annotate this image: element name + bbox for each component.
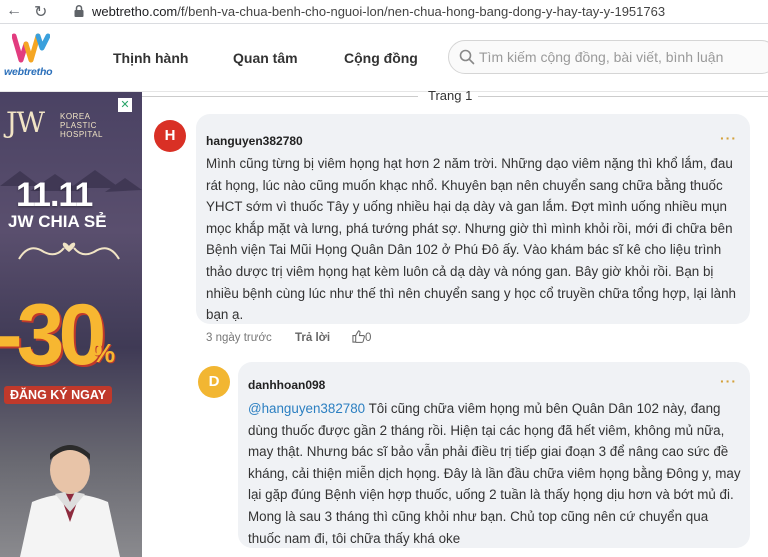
- ad-brand: JW: [6, 106, 45, 139]
- ad-hospital-name: KOREA PLASTIC HOSPITAL: [60, 112, 103, 139]
- search-box[interactable]: [448, 40, 768, 74]
- ad-register-button[interactable]: ĐĂNG KÝ NGAY: [4, 386, 113, 404]
- avatar[interactable]: H: [154, 120, 186, 152]
- divider: [142, 96, 418, 97]
- url-text[interactable]: webtretho.com/f/benh-va-chua-benh-cho-ng…: [92, 4, 665, 19]
- browser-address-bar: ← ↻ webtretho.com/f/benh-va-chua-benh-ch…: [0, 0, 768, 24]
- page-label: Trang 1: [428, 88, 473, 103]
- like-count: 0: [365, 332, 372, 344]
- nav-trending[interactable]: Thịnh hành: [113, 50, 188, 66]
- nav-following[interactable]: Quan tâm: [233, 50, 298, 66]
- nav-community[interactable]: Cộng đồng: [344, 50, 418, 66]
- comment-username[interactable]: danhhoan098: [248, 378, 325, 392]
- thumbs-up-icon: [352, 330, 365, 343]
- user-mention[interactable]: @hanguyen382780: [248, 401, 365, 416]
- ad-date: 11.11: [16, 176, 93, 214]
- more-options-icon[interactable]: ···: [720, 130, 737, 146]
- comment-text: Mình cũng từng bị viêm họng hạt hơn 2 nă…: [206, 156, 736, 323]
- reload-icon[interactable]: ↻: [34, 2, 47, 22]
- advertisement-banner[interactable]: ✕ JW KOREA PLASTIC HOSPITAL 11.11 JW CHI…: [0, 92, 142, 557]
- ad-discount: -30: [0, 287, 106, 383]
- back-arrow-icon[interactable]: ←: [6, 2, 22, 20]
- like-button[interactable]: 0: [352, 330, 371, 344]
- logo-mark-icon: [12, 33, 50, 63]
- hands-heart-icon: [18, 242, 120, 260]
- divider: [478, 96, 768, 97]
- ad-headline: JW CHIA SẺ: [8, 212, 107, 231]
- reply-bubble: danhhoan098 ··· @hanguyen382780 Tôi cũng…: [238, 362, 750, 548]
- search-icon: [459, 49, 475, 65]
- comments-section: Trang 1 H hanguyen382780 ··· Mình cũng t…: [142, 88, 768, 557]
- comment-bubble: hanguyen382780 ··· Mình cũng từng bị viê…: [196, 114, 750, 324]
- webtretho-logo[interactable]: webtretho: [4, 32, 60, 84]
- more-options-icon[interactable]: ···: [720, 373, 737, 389]
- comment-text: @hanguyen382780 Tôi cũng chữa viêm họng …: [248, 401, 741, 546]
- comment-time: 3 ngày trước: [206, 332, 272, 344]
- ad-choices-icon[interactable]: ✕: [118, 98, 132, 112]
- logo-wordmark: webtretho: [4, 66, 53, 78]
- ad-doctor-image: [20, 445, 120, 557]
- ad-percent-sign: %: [92, 338, 116, 368]
- avatar[interactable]: D: [198, 366, 230, 398]
- reply-button[interactable]: Trả lời: [295, 332, 330, 344]
- site-header: webtretho Thịnh hành Quan tâm Cộng đồng: [0, 24, 768, 92]
- comment-username[interactable]: hanguyen382780: [206, 134, 303, 148]
- search-input[interactable]: [479, 47, 768, 67]
- lock-icon: [74, 4, 84, 17]
